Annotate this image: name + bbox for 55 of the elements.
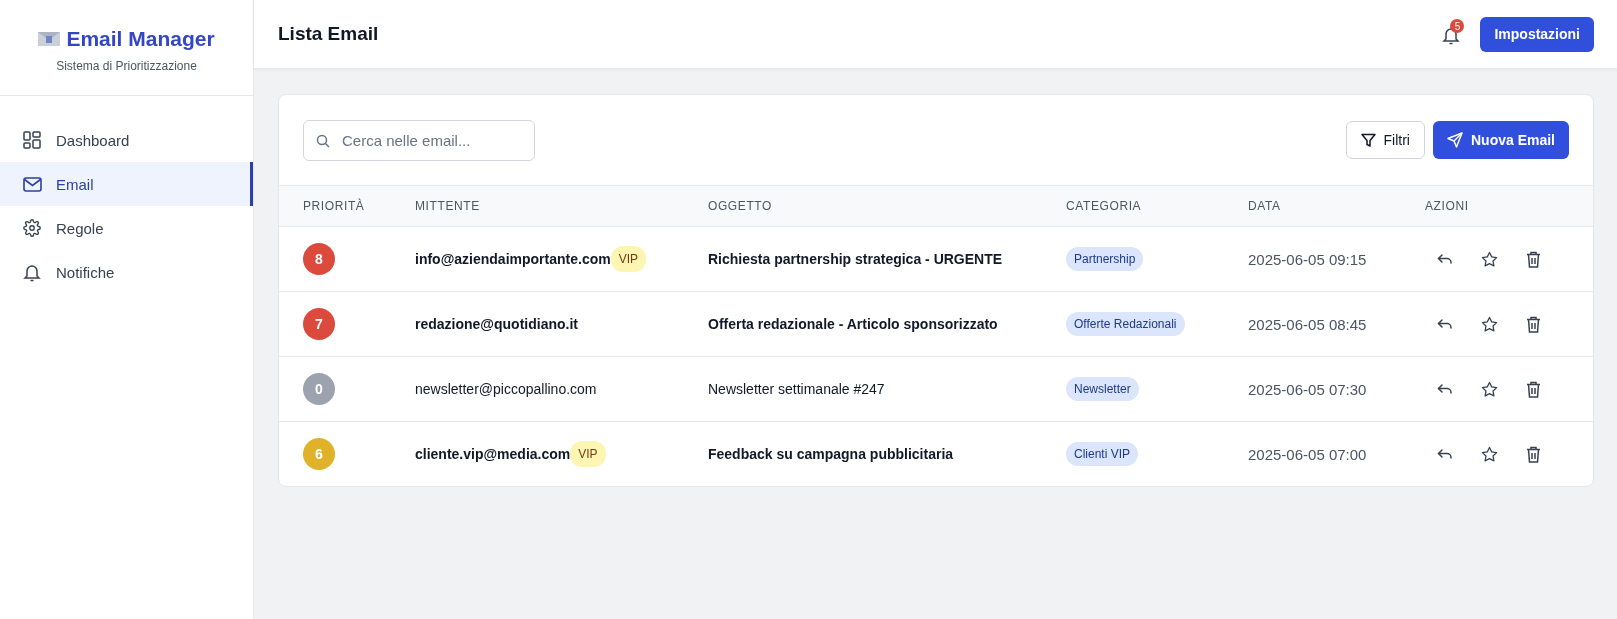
vip-tag: VIP [610,246,646,272]
category-tag: Clienti VIP [1066,442,1139,466]
star-icon[interactable] [1481,315,1498,333]
star-icon[interactable] [1481,445,1498,463]
sender-text: newsletter@piccopallino.com [415,381,597,397]
category-tag: Partnership [1066,247,1144,271]
trash-icon[interactable] [1526,380,1541,398]
page-title: Lista Email [278,23,380,45]
star-icon[interactable] [1481,250,1498,268]
search-field[interactable]: Cerca nelle email... [303,119,535,161]
trash-icon[interactable] [1526,445,1541,463]
settings-button[interactable]: Impostazioni [1480,16,1594,52]
priority-badge: 0 [303,373,335,405]
notification-count: 5 [1450,19,1465,33]
priority-badge: 8 [303,243,335,275]
category-tag: Offerte Redazionali [1066,312,1185,336]
filter-button[interactable]: Filtri [1345,121,1425,159]
app-subtitle: Sistema di Prioritizzazione [56,58,197,73]
sender-text: info@aziendaimportante.com [415,251,611,267]
date-text: 2025-06-05 07:00 [1248,445,1368,463]
nav-item[interactable]: Email [0,162,253,206]
column-header: CATEGORIA [1066,199,1143,213]
send-icon [1446,132,1463,148]
nav-item[interactable]: Dashboard [0,118,253,162]
envelope-icon [38,30,61,47]
priority-badge: 6 [303,438,335,470]
nav-item[interactable]: Regole [0,206,253,250]
priority-badge: 7 [303,308,335,340]
bell-icon [23,262,41,282]
date-text: 2025-06-05 08:45 [1248,315,1368,333]
trash-icon[interactable] [1526,250,1541,268]
envelope-icon [22,176,42,192]
column-header: OGGETTO [708,199,773,213]
category-tag: Newsletter [1066,377,1139,401]
gear-icon [23,219,41,237]
nav-item[interactable]: Notifiche [0,250,253,294]
subject-text: Offerta redazionale - Articolo sponsorizzato [708,316,999,332]
new-email-button[interactable]: Nuova Email [1432,121,1569,159]
sender-text: cliente.vip@media.com [415,446,571,462]
subject-text: Newsletter settimanale #247 [708,381,886,397]
column-header: PRIORITÀ [303,199,366,213]
column-header: MITTENTE [415,199,481,213]
subject-text: Feedback su campagna pubblicitaria [708,446,955,462]
sender-text: redazione@quotidiano.it [415,316,578,332]
filter-icon [1360,132,1376,148]
star-icon[interactable] [1481,380,1498,398]
column-header: AZIONI [1425,199,1470,213]
grid-icon [23,131,41,149]
app-title: Email Manager [66,26,215,51]
subject-text: Richiesta partnership strategica - URGENTE [708,251,1004,267]
date-text: 2025-06-05 07:30 [1248,380,1368,398]
date-text: 2025-06-05 09:15 [1248,250,1368,268]
trash-icon[interactable] [1526,315,1541,333]
column-header: DATA [1248,199,1282,213]
vip-tag: VIP [570,441,606,467]
